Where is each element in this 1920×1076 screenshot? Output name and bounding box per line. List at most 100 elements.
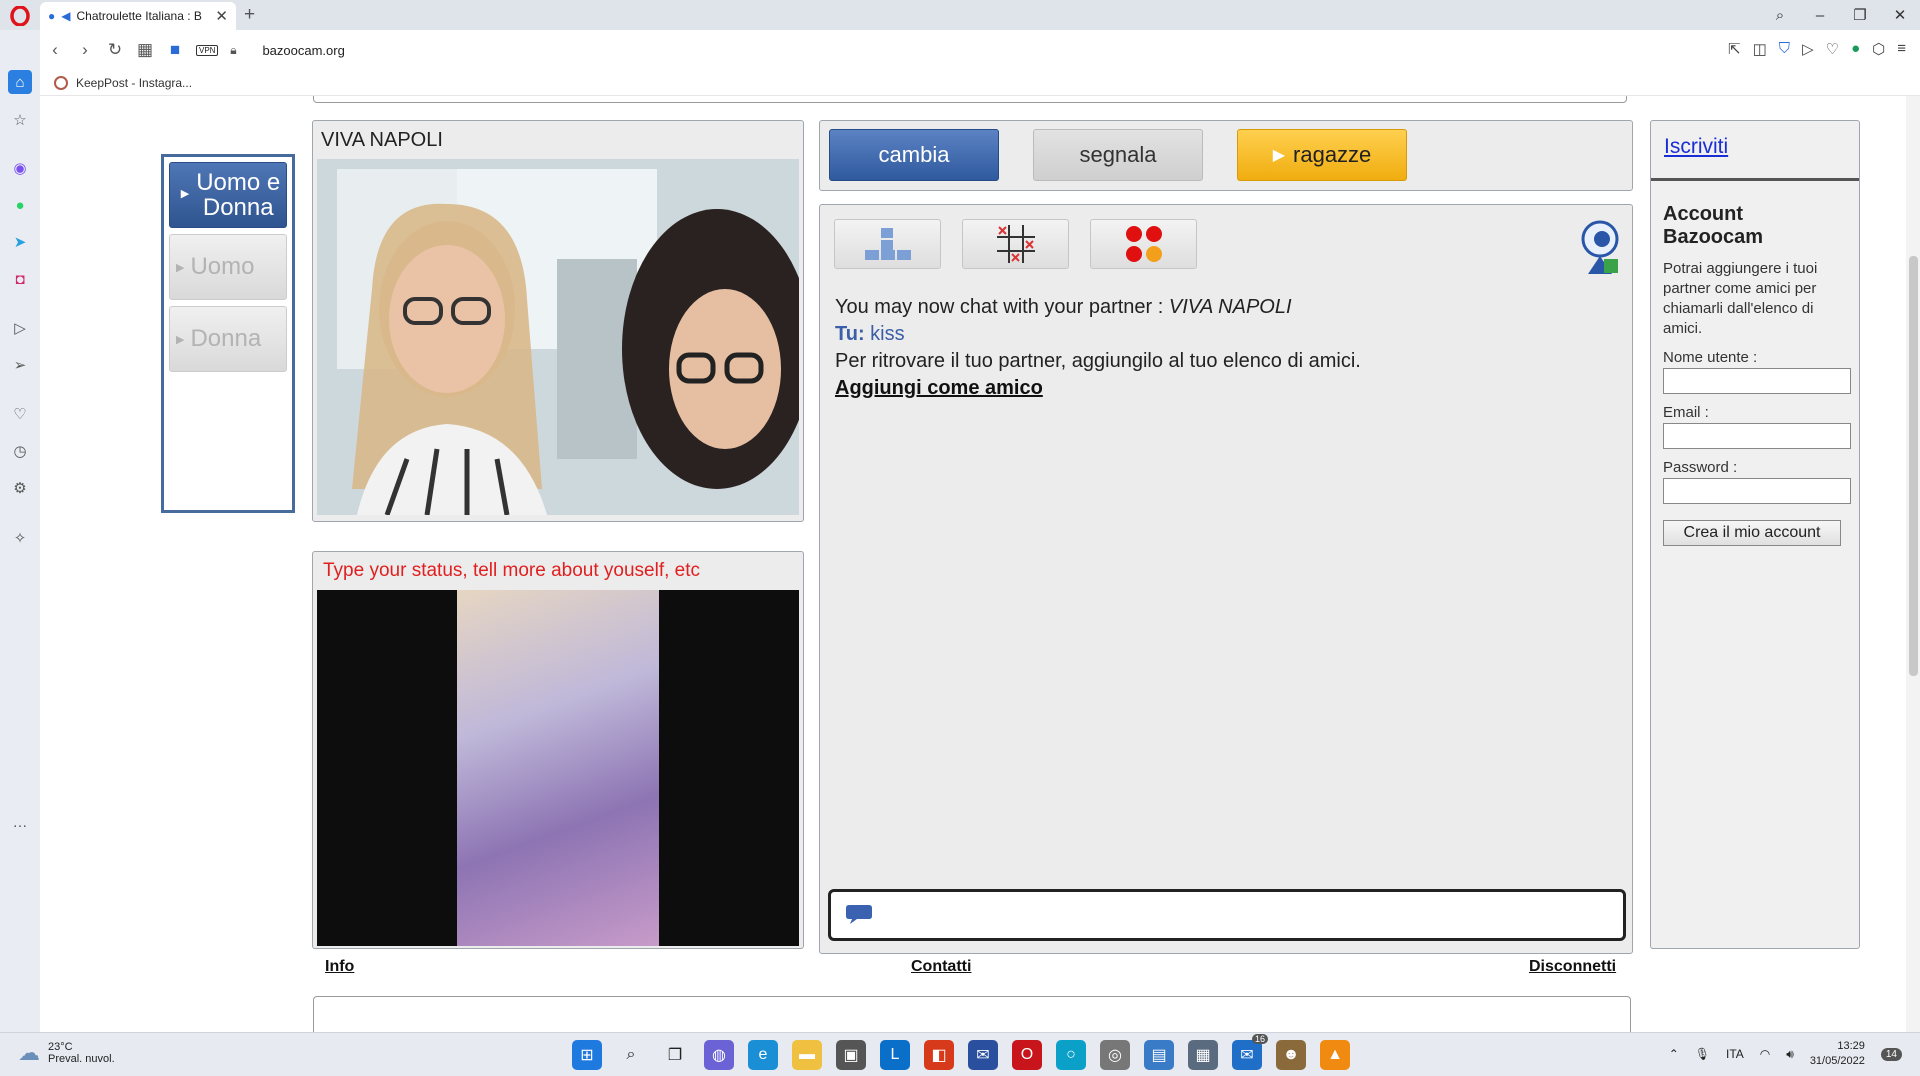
notification-count[interactable]: 14 — [1880, 1047, 1902, 1061]
speaker-icon[interactable]: ◀ — [61, 9, 70, 23]
telegram-icon[interactable]: ➤ — [8, 230, 32, 254]
forward-icon[interactable]: › — [70, 40, 100, 60]
cambia-label: cambia — [878, 142, 950, 167]
time: 13:29 — [1837, 1040, 1865, 1052]
ragazze-button[interactable]: ▶ ragazze — [1237, 129, 1407, 181]
mail-icon[interactable]: ✉ 16 — [1232, 1034, 1268, 1070]
calculator-icon[interactable]: ▦ — [1188, 1040, 1218, 1070]
scrollbar-thumb[interactable] — [1909, 256, 1918, 676]
blocks-game-icon — [864, 228, 911, 260]
microphone-icon[interactable]: 🎙︎ — [1695, 1047, 1710, 1061]
taskbar-apps: ⊞ ⌕ ❐ ◍ e ▬ ▣ L ◧ ✉ O ○ ◎ ▤ ▦ ✉ 16 ☻ ▲ — [572, 1034, 1350, 1070]
segnala-button[interactable]: segnala — [1033, 129, 1203, 181]
bookmark-keeppost[interactable]: KeepPost - Instagra... — [76, 76, 192, 90]
tabs-grid-icon[interactable]: ▦ — [130, 40, 160, 60]
filter-donna[interactable]: ▶ Donna — [169, 306, 287, 372]
instagram-icon[interactable]: ◘ — [8, 267, 32, 291]
game-dots-button[interactable] — [1090, 219, 1197, 269]
game-tictactoe-button[interactable] — [962, 219, 1069, 269]
browser-tab[interactable]: ● ◀ Chatroulette Italiana : B ✕ — [40, 2, 236, 30]
menu-icon[interactable]: ≡ — [1897, 40, 1906, 58]
chat-input-box[interactable] — [828, 889, 1626, 941]
file-explorer-icon[interactable]: ▬ — [792, 1040, 822, 1070]
lock-icon[interactable]: 🔒︎ — [218, 43, 248, 58]
cortana-icon[interactable]: ○ — [1056, 1040, 1086, 1070]
filter-uomo[interactable]: ▶ Uomo — [169, 234, 287, 300]
cambia-button[interactable]: cambia — [829, 129, 999, 181]
url-field[interactable]: bazoocam.org — [262, 43, 344, 58]
opera-taskbar-icon[interactable]: O — [1012, 1040, 1042, 1070]
settings-gear-icon[interactable]: ⚙ — [8, 476, 32, 500]
restore-button[interactable]: ❐ — [1840, 6, 1880, 24]
chevron-up-icon[interactable]: ⌃ — [1669, 1047, 1679, 1061]
volume-icon[interactable]: 🔊︎ — [1786, 1047, 1794, 1062]
steam-icon[interactable]: ◎ — [1100, 1040, 1130, 1070]
username-field[interactable] — [1663, 368, 1851, 394]
page-scrollbar[interactable] — [1906, 96, 1920, 1032]
vlc-icon[interactable]: ▲ — [1320, 1040, 1350, 1070]
filter-uomo-e-donna[interactable]: ▶ Uomo e Donna — [169, 162, 287, 228]
remote-desktop-icon[interactable]: ▤ — [1144, 1040, 1174, 1070]
shield-icon[interactable]: ⛉ — [1779, 40, 1790, 58]
disconnetti-link[interactable]: Disconnetti — [1529, 958, 1616, 976]
tab-title: Chatroulette Italiana : B — [76, 9, 202, 23]
iscriviti-link[interactable]: Iscriviti — [1651, 121, 1859, 181]
create-account-button[interactable]: Crea il mio account — [1663, 520, 1841, 546]
add-friend-link[interactable]: Aggiungi come amico — [835, 377, 1043, 399]
window-controls: ⌕ – ❐ ✕ — [1760, 0, 1920, 30]
email-field[interactable] — [1663, 423, 1851, 449]
extension-icon[interactable]: ● — [1851, 40, 1860, 58]
back-icon[interactable]: ‹ — [40, 40, 70, 60]
tips-bulb-icon[interactable]: ✧ — [8, 526, 32, 550]
vpn-badge[interactable]: VPN — [196, 44, 219, 56]
partner-video[interactable] — [317, 159, 799, 515]
new-tab-button[interactable]: + — [244, 4, 255, 26]
app-l-icon[interactable]: L — [880, 1040, 910, 1070]
language-indicator[interactable]: ITA — [1726, 1047, 1744, 1061]
speed-dial-icon[interactable]: ☆ — [8, 108, 32, 132]
teams-chat-icon[interactable]: ◍ — [704, 1040, 734, 1070]
store-icon[interactable]: ▣ — [836, 1040, 866, 1070]
snapshot-icon[interactable]: ◫ — [1753, 40, 1767, 58]
flow-icon[interactable]: ➢ — [8, 353, 32, 377]
camera-icon[interactable]: ■ — [160, 40, 190, 60]
messenger-icon[interactable]: ◉ — [8, 156, 32, 180]
weather-widget[interactable]: ☁ 23°C Preval. nuvol. — [18, 1040, 115, 1066]
search-icon[interactable]: ⌕ — [616, 1040, 646, 1070]
windows-start-icon[interactable]: ⊞ — [572, 1040, 602, 1070]
favorites-icon[interactable]: ♡ — [8, 402, 32, 426]
tab-search-icon[interactable]: ⌕ — [1760, 7, 1800, 24]
send-icon[interactable]: ▷ — [1802, 40, 1814, 58]
heart-icon[interactable]: ♡ — [1826, 40, 1839, 58]
taskbar: ☁ 23°C Preval. nuvol. ⊞ ⌕ ❐ ◍ e ▬ ▣ L ◧ … — [0, 1032, 1920, 1076]
password-field[interactable] — [1663, 478, 1851, 504]
my-video[interactable] — [317, 590, 799, 946]
status-input[interactable]: Type your status, tell more about yousel… — [317, 556, 799, 590]
game-connect4-button[interactable] — [834, 219, 941, 269]
history-icon[interactable]: ◷ — [8, 439, 32, 463]
edge-icon[interactable]: e — [748, 1040, 778, 1070]
whatsapp-icon[interactable]: ● — [8, 193, 32, 217]
close-window-button[interactable]: ✕ — [1880, 6, 1920, 24]
share-icon[interactable]: ⇱ — [1728, 40, 1741, 58]
system-tray: ⌃ 🎙︎ ITA ◠ 🔊︎ 13:29 31/05/2022 14 — [1669, 1039, 1902, 1069]
home-icon[interactable]: ⌂ — [8, 70, 32, 94]
more-icon[interactable]: … — [8, 810, 32, 834]
mail-app-icon[interactable]: ✉ — [968, 1040, 998, 1070]
game-app-icon[interactable]: ☻ — [1276, 1040, 1306, 1070]
reload-icon[interactable]: ↻ — [100, 40, 130, 60]
clock[interactable]: 13:29 31/05/2022 — [1810, 1039, 1865, 1069]
info-link[interactable]: Info — [325, 958, 354, 976]
close-tab-icon[interactable]: ✕ — [215, 7, 228, 25]
wifi-icon[interactable]: ◠ — [1760, 1047, 1770, 1061]
player-icon[interactable]: ▷ — [8, 316, 32, 340]
task-view-icon[interactable]: ❐ — [660, 1040, 690, 1070]
contatti-link[interactable]: Contatti — [911, 958, 971, 976]
opera-logo-icon[interactable] — [6, 4, 34, 28]
triangle-icon: ▶ — [180, 188, 190, 201]
cube-icon[interactable]: ⬡ — [1872, 40, 1885, 58]
chat-message-input[interactable] — [887, 900, 1607, 930]
minimize-button[interactable]: – — [1800, 7, 1840, 24]
email-label: Email : — [1663, 404, 1709, 421]
office-icon[interactable]: ◧ — [924, 1040, 954, 1070]
